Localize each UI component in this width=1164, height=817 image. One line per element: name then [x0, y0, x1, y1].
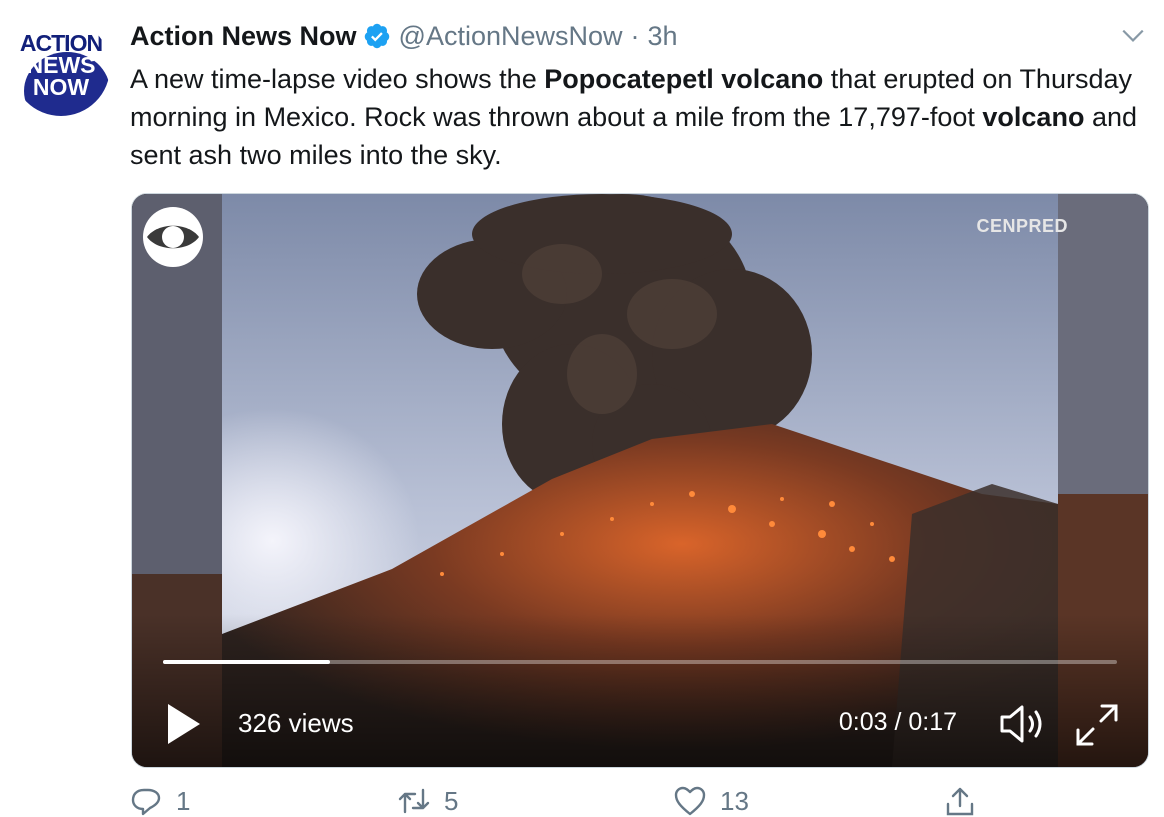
play-icon[interactable]	[166, 702, 202, 746]
share-icon	[946, 787, 974, 816]
video-frame	[132, 194, 1148, 767]
retweet-icon	[398, 788, 430, 814]
reply-count: 1	[176, 785, 191, 816]
retweet-count: 5	[444, 785, 459, 816]
account-avatar[interactable]: ACTION NEWS NOW	[12, 18, 110, 116]
tweet-text-part: A new time-lapse video shows the	[130, 64, 545, 94]
video-progress-bar[interactable]	[163, 660, 1117, 664]
account-name[interactable]: Action News Now	[130, 21, 357, 52]
tweet-text: A new time-lapse video shows the Popocat…	[130, 60, 1140, 174]
like-count: 13	[720, 785, 749, 816]
video-timecode: 0:03 / 0:17	[838, 708, 957, 736]
reply-icon	[131, 788, 161, 816]
tweet-timestamp[interactable]: 3h	[648, 21, 678, 52]
tweet-actions: 1 5 13	[0, 786, 1164, 816]
like-icon	[674, 786, 706, 816]
video-progress-fill	[163, 660, 330, 664]
logo-line-now: NOW	[32, 74, 90, 100]
avatar-logo-text: ACTION NEWS NOW	[12, 30, 110, 100]
volume-icon[interactable]	[998, 702, 1050, 746]
tweet-header: Action News Now @ActionNewsNow · 3h	[130, 18, 678, 54]
share-button[interactable]	[944, 786, 990, 816]
verified-badge-icon	[364, 23, 389, 49]
cbs-eye-logo-icon	[143, 207, 203, 267]
reply-button[interactable]: 1	[130, 786, 190, 816]
like-button[interactable]: 13	[674, 786, 749, 816]
header-separator: ·	[630, 20, 640, 51]
video-credit: CENPRED	[976, 216, 1068, 236]
tweet-text-bold: Popocatepetl volcano	[544, 64, 824, 94]
account-handle[interactable]: @ActionNewsNow	[399, 21, 623, 52]
fullscreen-icon[interactable]	[1074, 702, 1120, 748]
logo-line-action: ACTION	[19, 30, 103, 56]
retweet-button[interactable]: 5	[398, 786, 458, 816]
logo-line-news: NEWS	[26, 52, 96, 78]
video-player[interactable]: CENPRED 326 views 0:03 / 0:17	[131, 193, 1149, 768]
tweet-text-bold: volcano	[982, 102, 1085, 132]
chevron-down-icon[interactable]	[1120, 22, 1146, 48]
view-count: 326 views	[238, 708, 354, 738]
